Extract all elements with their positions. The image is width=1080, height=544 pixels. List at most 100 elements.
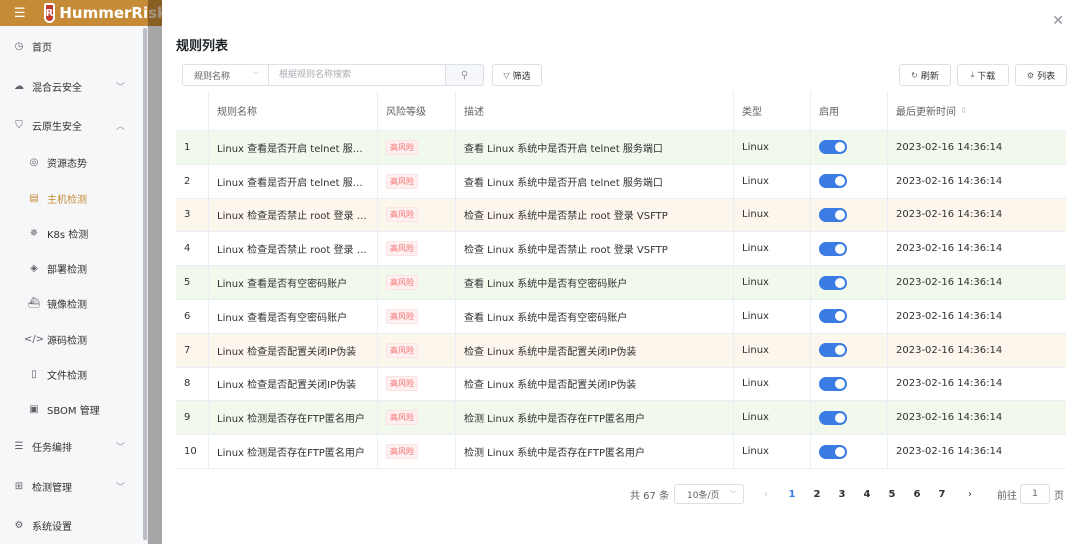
enable-toggle[interactable] (819, 309, 847, 324)
table-row[interactable]: 8 Linux 检查是否配置关闭IP伪装 高风险 检查 Linux 系统中是否配置关闭… (176, 367, 1066, 402)
page-button-7[interactable]: 7 (932, 484, 952, 504)
table-row[interactable]: 3 Linux 检查是否禁止 root 登录 VS… 高风险 检查 Linux 系统中… (176, 198, 1066, 233)
page-button-1[interactable]: 1 (782, 484, 802, 504)
page-button-6[interactable]: 6 (907, 484, 927, 504)
rule-name: Linux 查看是否开启 telnet 服务… (217, 143, 372, 155)
cell-description: 检测 Linux 系统中是否存在FTP匿名用户 (456, 435, 734, 468)
table-row[interactable]: 4 Linux 检查是否禁止 root 登录 VS… 高风险 检查 Linux 系统中… (176, 232, 1066, 267)
sidebar-item-11[interactable]: ☰ 任务编排 ﹀ (0, 434, 148, 458)
sidebar-item-8[interactable]: </> 源码检测 (0, 327, 148, 351)
cell-description: 查看 Linux 系统中是否开启 telnet 服务端口 (456, 131, 734, 164)
sidebar-item-0[interactable]: ◷ 首页 (0, 34, 148, 58)
cell-rule-name: Linux 检查是否禁止 root 登录 VS… (209, 198, 378, 232)
sidebar-item-13[interactable]: ⚙ 系统设置 (0, 513, 148, 537)
clock-icon: ◷ (14, 40, 24, 52)
cell-description: 检查 Linux 系统中是否禁止 root 登录 VSFTP (456, 232, 734, 266)
download-button[interactable]: ⤓ 下载 (957, 64, 1009, 86)
ship-icon: ⛴ (27, 297, 41, 309)
cell-rule-name: Linux 查看是否开启 telnet 服务… (209, 131, 378, 164)
close-icon[interactable]: ✕ (1052, 13, 1064, 29)
filter-button[interactable]: ▽ 筛选 (492, 64, 542, 86)
header-last-updated[interactable]: 最后更新时间 ⇕ (888, 91, 1066, 130)
cell-updated: 2023-02-16 14:36:14 (896, 446, 1003, 458)
table-row[interactable]: 9 Linux 检测是否存在FTP匿名用户 高风险 检测 Linux 系统中是否存在F… (176, 401, 1066, 436)
sidebar-item-4[interactable]: ▤ 主机检测 (0, 186, 148, 210)
cell-risk: 高风险 (378, 266, 456, 299)
search-bar: 规则名称 ﹀ ⚲ (182, 64, 484, 86)
cell-type: Linux (734, 131, 811, 164)
columns-label: 列表 (1037, 71, 1056, 82)
gear-icon: ⚙ (14, 519, 24, 531)
table-row[interactable]: 10 Linux 检测是否存在FTP匿名用户 高风险 检测 Linux 系统中是否存在… (176, 435, 1066, 469)
table-row[interactable]: 7 Linux 检查是否配置关闭IP伪装 高风险 检查 Linux 系统中是否配置关闭… (176, 333, 1066, 368)
enable-toggle[interactable] (819, 410, 847, 425)
page-button-5[interactable]: 5 (882, 484, 902, 504)
sidebar-item-6[interactable]: ◈ 部署检测 (0, 256, 148, 280)
grid-icon: ⊞ (14, 480, 24, 492)
table-row[interactable]: 2 Linux 查看是否开启 telnet 服务… 高风险 查看 Linux 系统中是… (176, 164, 1066, 199)
cell-enabled (811, 131, 888, 164)
enable-toggle[interactable] (819, 241, 847, 256)
sidebar-item-12[interactable]: ⊞ 检测管理 ﹀ (0, 474, 148, 498)
sidebar-item-5[interactable]: ✵ K8s 检测 (0, 221, 148, 245)
rule-name: Linux 查看是否有空密码账户 (217, 312, 348, 324)
hamburger-menu-icon[interactable]: ☰ (14, 6, 26, 21)
page-button-2[interactable]: 2 (807, 484, 827, 504)
page-size-value: 10条/页 (687, 490, 720, 501)
cell-risk: 高风险 (378, 435, 456, 468)
cell-updated: 2023-02-16 14:36:14 (896, 412, 1003, 424)
search-button[interactable]: ⚲ (445, 65, 483, 85)
enable-toggle[interactable] (819, 275, 847, 290)
page-size-select[interactable]: 10条/页 ﹀ (674, 484, 744, 504)
enable-toggle[interactable] (819, 343, 847, 358)
cell-description: 查看 Linux 系统中是否开启 telnet 服务端口 (456, 164, 734, 198)
sidebar-item-2[interactable]: ⛉ 云原生安全 ︿ (0, 113, 148, 137)
sidebar-item-10[interactable]: ▣ SBOM 管理 (0, 397, 148, 421)
radar-icon: ◎ (29, 156, 39, 168)
chevron-down-icon: ﹀ (116, 82, 126, 93)
sidebar-item-label: 云原生安全 (32, 121, 82, 133)
enable-toggle[interactable] (819, 376, 847, 391)
cell-type: Linux (734, 198, 811, 232)
enable-toggle[interactable] (819, 207, 847, 222)
cell-updated: 2023-02-16 14:36:14 (896, 310, 1003, 322)
cell-description: 检测 Linux 系统中是否存在FTP匿名用户 (456, 401, 734, 435)
table-row[interactable]: 5 Linux 查看是否有空密码账户 高风险 查看 Linux 系统中是否有空密码账户… (176, 266, 1066, 300)
sort-icon[interactable]: ⇕ (960, 106, 967, 115)
enable-toggle[interactable] (819, 444, 847, 459)
cell-enabled (811, 367, 888, 401)
risk-badge: 高风险 (386, 444, 418, 460)
sidebar-item-3[interactable]: ◎ 资源态势 (0, 150, 148, 174)
sidebar-item-7[interactable]: ⛴ 镜像检测 (0, 291, 148, 315)
sidebar-item-label: 系统设置 (32, 521, 72, 533)
download-label: 下载 (977, 71, 996, 82)
cell-updated: 2023-02-16 14:36:14 (896, 344, 1003, 356)
cell-enabled (811, 333, 888, 367)
rule-name: Linux 检查是否禁止 root 登录 VS… (217, 245, 372, 257)
filter-label: 筛选 (512, 71, 531, 82)
jump-page-input[interactable] (1020, 484, 1050, 504)
sidebar-item-9[interactable]: ▯ 文件检测 (0, 362, 148, 386)
enable-toggle[interactable] (819, 174, 847, 189)
refresh-button[interactable]: ↻ 刷新 (899, 64, 951, 86)
cell-type: Linux (734, 164, 811, 198)
table-body: 1 Linux 查看是否开启 telnet 服务… 高风险 查看 Linux 系统中是… (176, 131, 1066, 469)
cell-enabled (811, 164, 888, 198)
risk-badge: 高风险 (386, 410, 418, 426)
table-row[interactable]: 1 Linux 查看是否开启 telnet 服务… 高风险 查看 Linux 系统中是… (176, 131, 1066, 165)
columns-button[interactable]: ⚙ 列表 (1015, 64, 1067, 86)
header-index (176, 91, 209, 130)
modal-overlay[interactable] (148, 26, 162, 544)
enable-toggle[interactable] (819, 140, 847, 155)
sidebar-scrollbar[interactable] (143, 28, 147, 540)
search-input[interactable] (269, 65, 445, 85)
table-row[interactable]: 6 Linux 查看是否有空密码账户 高风险 查看 Linux 系统中是否有空密码账户… (176, 299, 1066, 334)
prev-page-button[interactable]: ‹ (756, 484, 776, 504)
next-page-button[interactable]: › (960, 484, 980, 504)
sidebar-item-label: 文件检测 (47, 370, 87, 382)
sidebar-item-1[interactable]: ☁ 混合云安全 ﹀ (0, 74, 148, 98)
cell-enabled (811, 299, 888, 333)
page-button-4[interactable]: 4 (857, 484, 877, 504)
search-field-select[interactable]: 规则名称 ﹀ (183, 65, 269, 85)
page-button-3[interactable]: 3 (832, 484, 852, 504)
